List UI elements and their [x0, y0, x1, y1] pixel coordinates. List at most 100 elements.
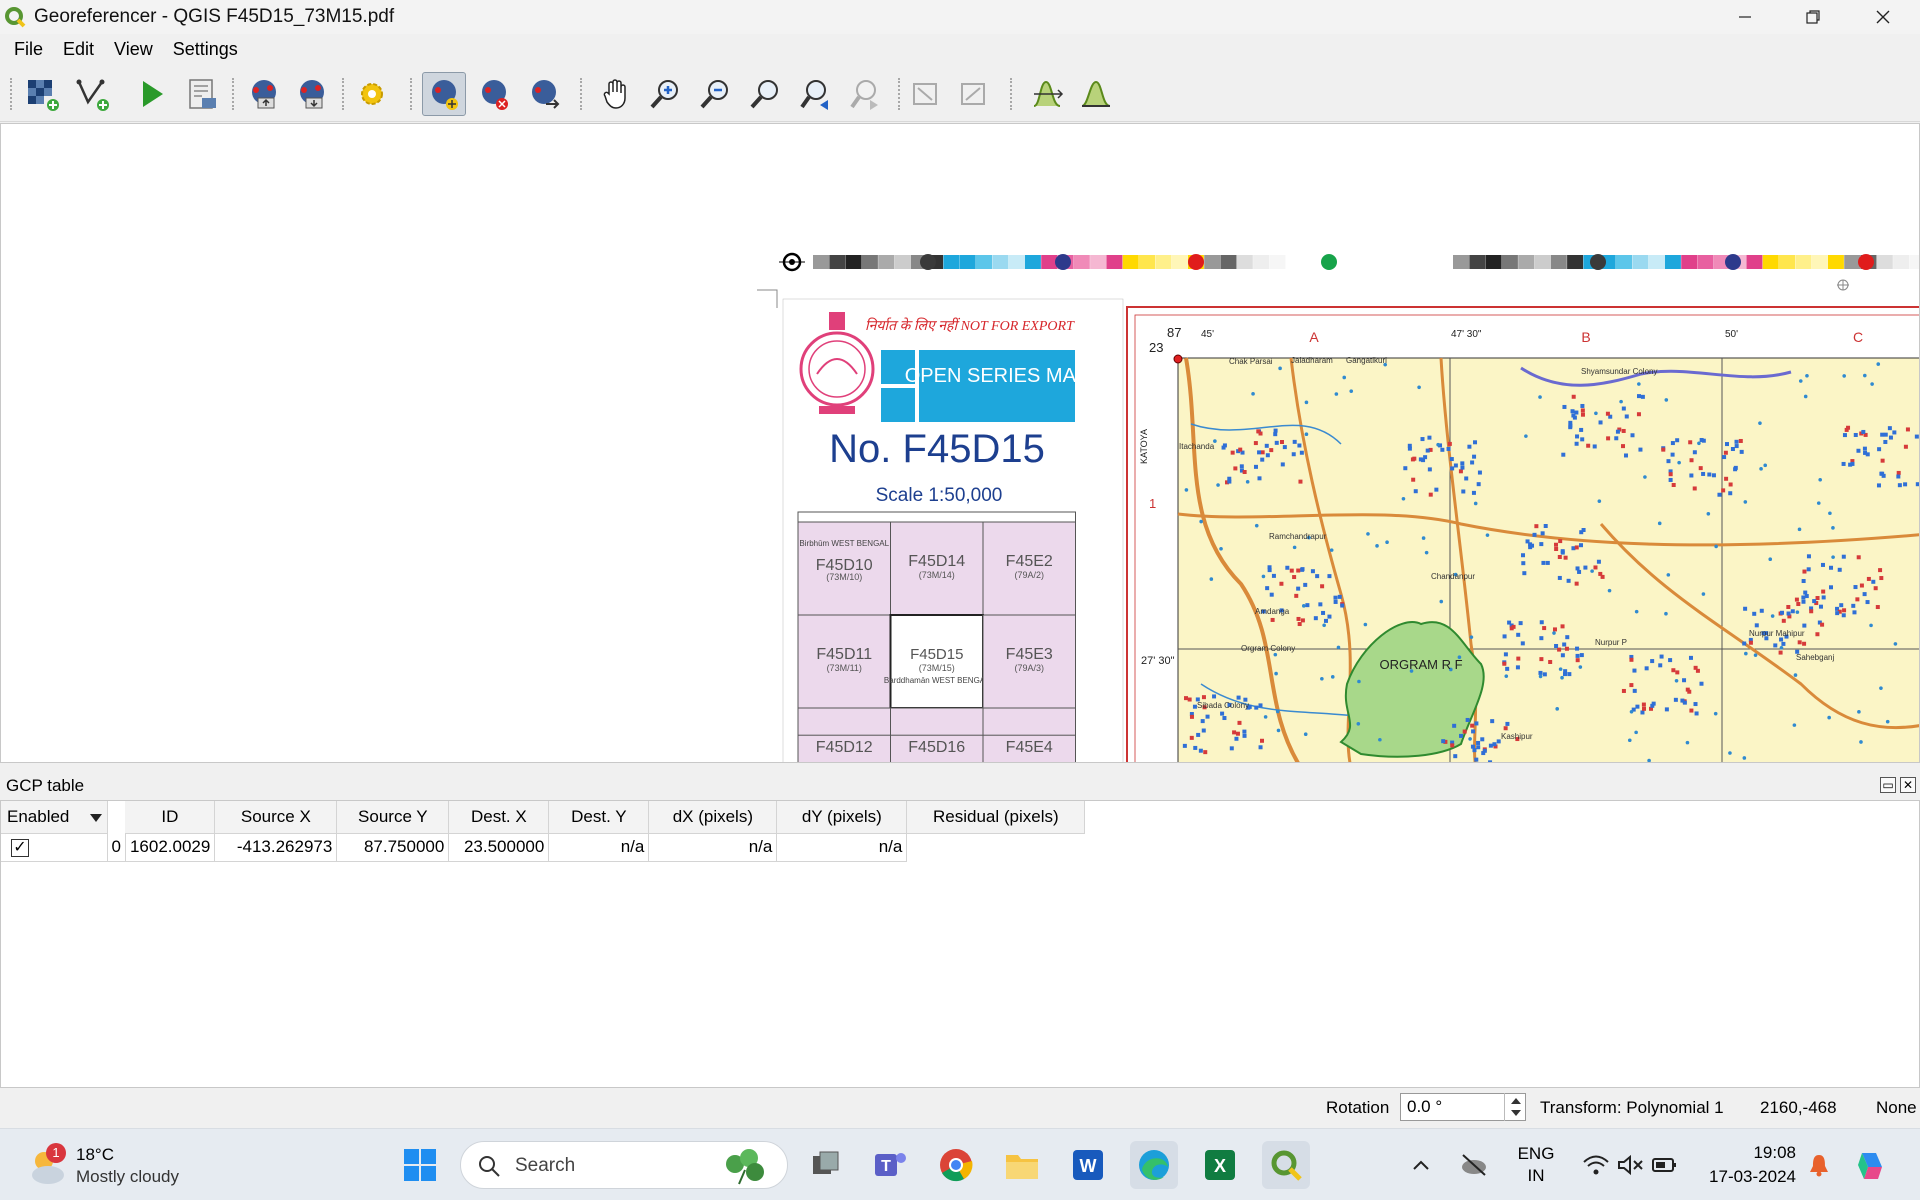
start-georeferencing-button[interactable]	[130, 72, 174, 116]
crs-label[interactable]: None	[1876, 1098, 1917, 1118]
notifications-button[interactable]	[1804, 1141, 1834, 1189]
gcp-cell-dy[interactable]: n/a	[648, 833, 778, 862]
toolbar-grip[interactable]	[232, 78, 236, 110]
village-house	[1198, 748, 1203, 753]
open-raster-button[interactable]	[20, 72, 64, 116]
delete-point-button[interactable]	[472, 72, 516, 116]
gcp-cell-source-x[interactable]: 1602.0029	[125, 833, 216, 862]
rotation-spinner[interactable]	[1504, 1093, 1526, 1121]
open-vector-button[interactable]	[70, 72, 114, 116]
gcp-enabled-cell[interactable]: ✓	[1, 833, 108, 862]
word-app[interactable]: W	[1064, 1141, 1112, 1189]
generate-gdal-script-button[interactable]	[180, 72, 224, 116]
index-sheet-code: F45D12	[816, 739, 873, 756]
gcp-column-header[interactable]: Dest. Y	[548, 801, 650, 834]
gcp-marker[interactable]	[1173, 354, 1183, 364]
color-swatch	[1827, 255, 1844, 269]
file-explorer-app[interactable]	[998, 1141, 1046, 1189]
menu-file[interactable]: File	[4, 35, 53, 63]
place-name: Shyamsundar Colony	[1581, 367, 1657, 376]
village-house	[1273, 428, 1278, 433]
full-histogram-stretch-button[interactable]	[1026, 72, 1070, 116]
gcp-column-header[interactable]: Residual (pixels)	[906, 801, 1086, 834]
gcp-cell-source-y[interactable]: -413.262973	[214, 833, 338, 862]
toolbar-grip[interactable]	[580, 78, 584, 110]
village-house	[1841, 613, 1846, 618]
battery-status[interactable]	[1646, 1141, 1682, 1189]
save-gcp-points-button[interactable]	[290, 72, 334, 116]
enabled-checkbox[interactable]: ✓	[11, 839, 29, 857]
transformation-settings-button[interactable]	[350, 72, 394, 116]
link-georeferencer-to-qgis-button[interactable]	[904, 72, 948, 116]
language-indicator[interactable]: ENG IN	[1514, 1143, 1558, 1187]
menu-edit[interactable]: Edit	[53, 35, 104, 63]
copilot-button[interactable]	[1848, 1141, 1896, 1189]
qgis-app[interactable]	[1262, 1141, 1310, 1189]
load-gcp-points-button[interactable]	[242, 72, 286, 116]
village-house	[1640, 394, 1645, 399]
close-dock-button[interactable]: ✕	[1900, 777, 1916, 793]
gcp-cell-id[interactable]: 0	[107, 833, 126, 862]
wifi-status[interactable]	[1578, 1141, 1614, 1189]
tank-dot	[1713, 711, 1718, 716]
gcp-column-header[interactable]: ID	[125, 801, 216, 834]
menu-view[interactable]: View	[104, 35, 163, 63]
add-point-button[interactable]	[422, 72, 466, 116]
toolbar-grip[interactable]	[1010, 78, 1014, 110]
color-swatch	[878, 255, 895, 269]
clock[interactable]: 19:08 17-03-2024	[1690, 1141, 1796, 1189]
gcp-cell-dx[interactable]: n/a	[548, 833, 650, 862]
village-house	[1472, 454, 1477, 459]
village-house	[1754, 623, 1759, 628]
gcp-column-header[interactable]: Dest. X	[448, 801, 550, 834]
show-hidden-icons-button[interactable]	[1406, 1141, 1436, 1189]
gcp-cell-dest-x[interactable]: 87.750000	[336, 833, 450, 862]
village-house	[1548, 659, 1553, 664]
move-gcp-point-button[interactable]	[522, 72, 566, 116]
zoom-to-layer-button[interactable]	[744, 72, 788, 116]
start-button[interactable]	[396, 1141, 444, 1189]
local-histogram-stretch-button[interactable]	[1074, 72, 1118, 116]
volume-status[interactable]	[1612, 1141, 1648, 1189]
gcp-table-row[interactable]: ✓ 0 1602.0029 -413.262973 87.750000 23.500000…	[1, 833, 1085, 862]
tank-dot	[1634, 730, 1638, 735]
gcp-column-header[interactable]: Source Y	[336, 801, 450, 834]
tank-dot	[1439, 599, 1444, 604]
toolbar-grip[interactable]	[10, 78, 14, 110]
zoom-last-button[interactable]	[794, 72, 838, 116]
map-raster[interactable]: निर्यात के लिए नहीं NOT FOR EXPORT OPEN …	[1, 124, 1920, 763]
teams-app[interactable]: T	[866, 1141, 914, 1189]
tank-dot	[1301, 604, 1306, 608]
minimize-button[interactable]	[1710, 0, 1780, 34]
task-view-button[interactable]	[802, 1141, 850, 1189]
sheet-index-grid: F45D10(73M/10)Birbhūm WEST BENGALF45D14(…	[797, 511, 1076, 762]
gcp-column-header[interactable]: Source X	[214, 801, 338, 834]
taskbar-search[interactable]: Search	[460, 1141, 788, 1189]
village-house	[1812, 599, 1817, 604]
gcp-cell-dest-y[interactable]: 23.500000	[448, 833, 550, 862]
menu-settings[interactable]: Settings	[163, 35, 248, 63]
gcp-column-header[interactable]: dY (pixels)	[776, 801, 908, 834]
svg-text:T: T	[881, 1158, 891, 1175]
toolbar-grip[interactable]	[342, 78, 346, 110]
link-qgis-to-georeferencer-button[interactable]	[952, 72, 996, 116]
toolbar-grip[interactable]	[898, 78, 902, 110]
edge-app[interactable]	[1130, 1141, 1178, 1189]
close-button[interactable]	[1848, 0, 1918, 34]
chrome-app[interactable]	[932, 1141, 980, 1189]
gcp-cell-residual[interactable]: n/a	[776, 833, 908, 862]
excel-app[interactable]: X	[1196, 1141, 1244, 1189]
weather-widget[interactable]: 1 18°C Mostly cloudy	[24, 1143, 224, 1191]
float-dock-button[interactable]: ▭	[1880, 777, 1896, 793]
pan-button[interactable]	[594, 72, 638, 116]
restore-button[interactable]	[1778, 0, 1848, 34]
index-sheet-code: F45E3	[1006, 646, 1053, 663]
zoom-next-button[interactable]	[844, 72, 888, 116]
onedrive-status[interactable]	[1456, 1141, 1492, 1189]
toolbar-grip[interactable]	[410, 78, 414, 110]
gcp-column-header[interactable]: dX (pixels)	[648, 801, 778, 834]
color-swatch	[1648, 255, 1665, 269]
georeferencer-canvas[interactable]: निर्यात के लिए नहीं NOT FOR EXPORT OPEN …	[0, 123, 1920, 763]
zoom-in-button[interactable]	[644, 72, 688, 116]
zoom-out-button[interactable]	[694, 72, 738, 116]
